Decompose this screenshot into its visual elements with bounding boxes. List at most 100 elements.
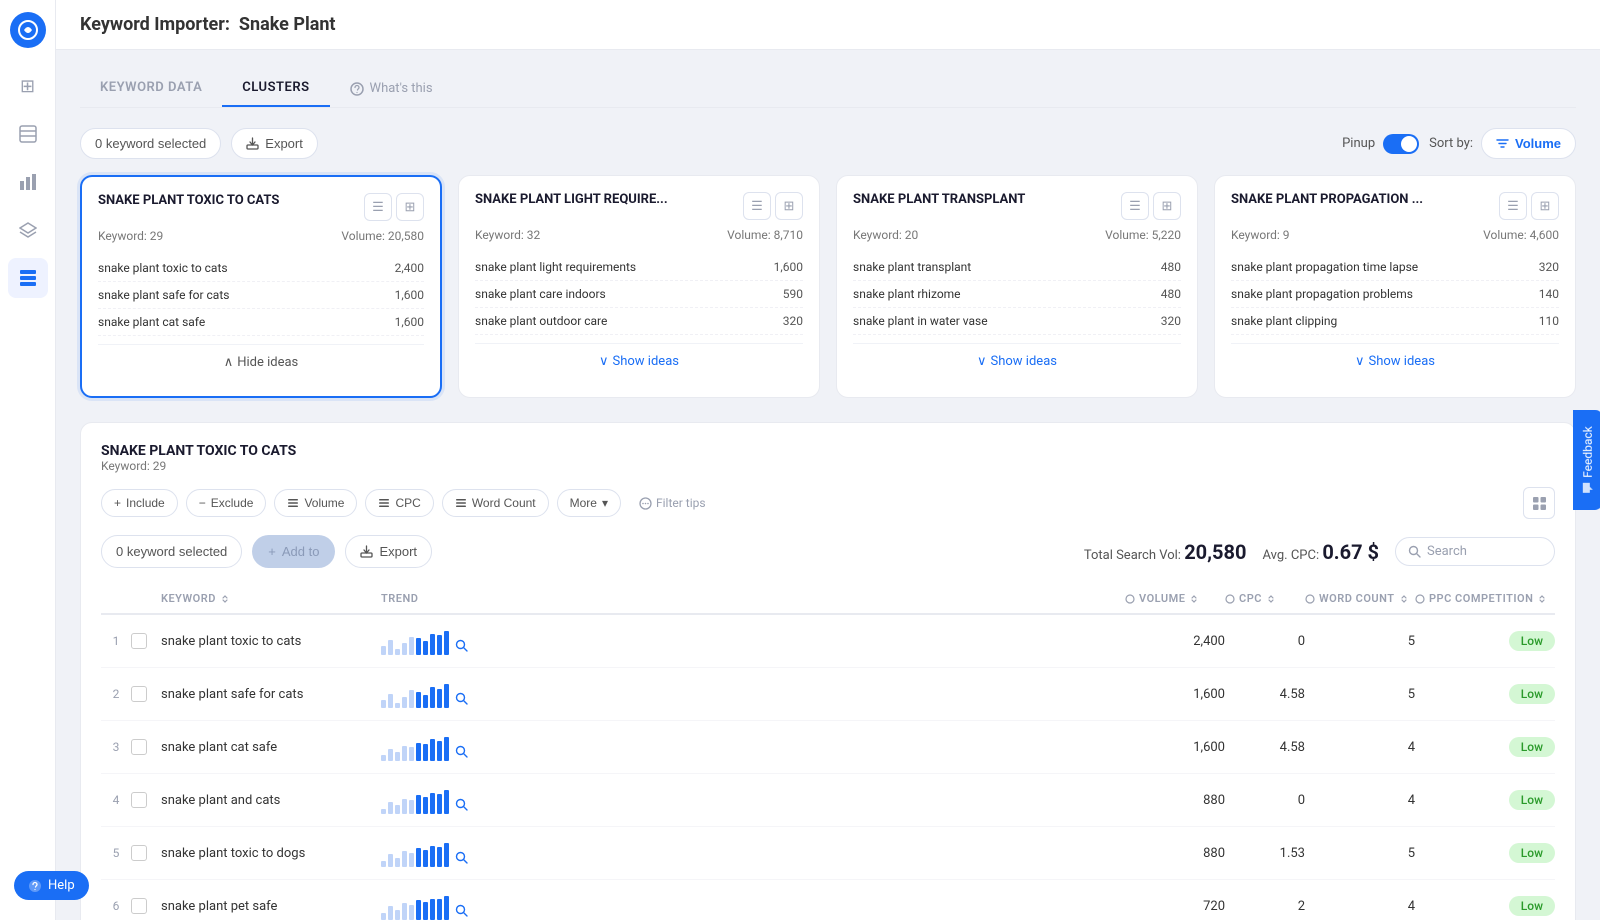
export-btn-top[interactable]: Export [231,128,318,159]
table-header: KEYWORD TREND VOLUME CPC [101,584,1555,615]
col-keyword-header: KEYWORD [161,592,381,605]
cluster-card-1[interactable]: SNAKE PLANT LIGHT REQUIRE... ☰ ⊞ Keyword… [458,175,820,398]
feedback-btn[interactable]: Feedback [1573,410,1600,510]
cluster-kw-row: snake plant care indoors 590 [475,281,803,308]
cluster-list-icon-3[interactable]: ☰ [1499,192,1527,220]
row-keyword: snake plant toxic to dogs [161,846,381,861]
exclude-filter-btn[interactable]: − Exclude [186,489,267,517]
sidebar-item-chart[interactable] [8,162,48,202]
trend-search-icon[interactable] [451,688,471,708]
view-toggle-btn[interactable] [1523,487,1555,519]
export-icon [246,137,259,150]
keyword-selected-btn[interactable]: 0 keyword selected [80,128,221,159]
sortby-volume-btn[interactable]: Volume [1481,128,1576,159]
volume-filter-btn[interactable]: Volume [274,489,357,517]
table-row: 3 snake plant cat safe 1,600 4.58 4 Low [101,721,1555,774]
row-wordcount: 4 [1305,740,1415,755]
search-box[interactable]: Search [1395,537,1555,566]
filter-tips-icon [639,497,652,510]
row-number: 2 [101,687,131,701]
hide-ideas-btn-0[interactable]: ∧ Hide ideas [98,344,424,380]
cluster-title-0: SNAKE PLANT TOXIC TO CATS [98,193,364,210]
table-row: 2 snake plant safe for cats 1,600 4.58 5… [101,668,1555,721]
cluster-grid-icon-0[interactable]: ⊞ [396,193,424,221]
row-checkbox[interactable] [131,898,161,914]
cluster-kw-row: snake plant cat safe 1,600 [98,309,424,336]
volume-sort-label: Volume [1515,136,1561,151]
row-cpc: 4.58 [1225,740,1305,755]
trend-search-icon[interactable] [451,794,471,814]
show-ideas-btn-1[interactable]: ∨ Show ideas [475,343,803,379]
more-filter-label: More [570,496,597,510]
tabs-bar: KEYWORD DATA CLUSTERS What's this [80,70,1576,108]
trend-search-icon[interactable] [451,741,471,761]
filter-tips-btn[interactable]: Filter tips [629,490,716,516]
show-ideas-btn-2[interactable]: ∨ Show ideas [853,343,1181,379]
trend-search-icon[interactable] [451,900,471,920]
cluster-grid-icon-3[interactable]: ⊞ [1531,192,1559,220]
row-trend [381,892,1125,920]
tab-clusters[interactable]: CLUSTERS [222,70,329,107]
pinup-control: Pinup [1342,134,1419,154]
more-filter-btn[interactable]: More ▾ [557,489,621,517]
sort-icon [1496,137,1509,150]
cluster-list-icon-0[interactable]: ☰ [364,193,392,221]
row-cpc: 1.53 [1225,846,1305,861]
row-volume: 880 [1125,793,1225,808]
sidebar-logo[interactable] [10,12,46,48]
tab-keyword-data[interactable]: KEYWORD DATA [80,70,222,107]
cluster-kw-vol: 1,600 [395,315,424,329]
table-row: 1 snake plant toxic to cats 2,400 0 5 Lo… [101,615,1555,668]
cluster-grid-icon-2[interactable]: ⊞ [1153,192,1181,220]
wordcount-filter-btn[interactable]: Word Count [442,489,549,517]
trend-search-icon[interactable] [451,847,471,867]
sidebar: ⊞ [0,0,56,920]
include-label: Include [126,496,165,510]
export-detail-label: Export [379,544,417,559]
sidebar-item-table[interactable] [8,114,48,154]
row-trend [381,839,1125,867]
cluster-card-0[interactable]: SNAKE PLANT TOXIC TO CATS ☰ ⊞ Keyword: 2… [80,175,442,398]
trend-search-icon[interactable] [451,635,471,655]
cluster-card-3[interactable]: SNAKE PLANT PROPAGATION ... ☰ ⊞ Keyword:… [1214,175,1576,398]
keywords-table: KEYWORD TREND VOLUME CPC [101,584,1555,920]
sidebar-item-layers[interactable] [8,210,48,250]
row-checkbox[interactable] [131,739,161,755]
cluster-title-2: SNAKE PLANT TRANSPLANT [853,192,1121,209]
row-checkbox[interactable] [131,633,161,649]
export-detail-btn[interactable]: Export [345,535,432,568]
col-ppc-header: PPC COMPETITION [1415,592,1555,605]
cluster-keyword-count-0: Keyword: 29 [98,229,163,243]
row-checkbox[interactable] [131,686,161,702]
row-checkbox[interactable] [131,845,161,861]
row-number: 1 [101,634,131,648]
tab-whats-this[interactable]: What's this [350,81,433,96]
include-filter-btn[interactable]: + Include [101,489,178,517]
volume-filter-icon [287,497,299,509]
exclude-label: Exclude [211,496,254,510]
cluster-list-icon-1[interactable]: ☰ [743,192,771,220]
cluster-volume-1: Volume: 8,710 [727,228,803,242]
row-checkbox[interactable] [131,792,161,808]
header: Keyword Importer: Snake Plant [56,0,1600,50]
selected-count-btn[interactable]: 0 keyword selected [101,535,242,568]
cluster-list-icon-2[interactable]: ☰ [1121,192,1149,220]
help-btn[interactable]: Help [14,871,89,900]
row-trend [381,786,1125,814]
cluster-kw-row: snake plant transplant 480 [853,254,1181,281]
cluster-card-2[interactable]: SNAKE PLANT TRANSPLANT ☰ ⊞ Keyword: 20 V… [836,175,1198,398]
pinup-toggle[interactable] [1383,134,1419,154]
avg-cpc-stat: Avg. CPC: 0.67 $ [1262,540,1379,564]
cpc-filter-btn[interactable]: CPC [365,489,433,517]
cluster-grid-icon-1[interactable]: ⊞ [775,192,803,220]
controls-bar: 0 keyword selected Export Pinup Sort by:… [80,128,1576,159]
show-ideas-btn-3[interactable]: ∨ Show ideas [1231,343,1559,379]
col-wordcount-header: WORD COUNT [1305,592,1415,605]
sidebar-item-stacks[interactable] [8,258,48,298]
row-keyword: snake plant cat safe [161,740,381,755]
row-cpc: 4.58 [1225,687,1305,702]
row-ppc: Low [1415,843,1555,863]
sidebar-item-grid[interactable]: ⊞ [8,66,48,106]
col-cpc-header: CPC [1225,592,1305,605]
row-number: 3 [101,740,131,754]
